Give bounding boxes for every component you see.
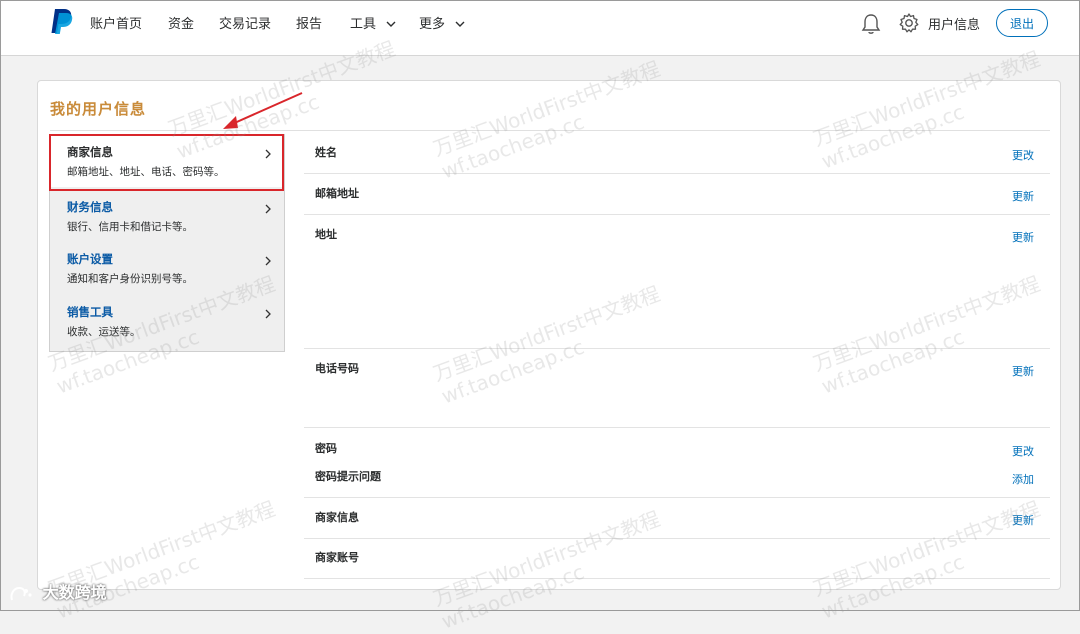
brand-badge-label: 大数跨境 xyxy=(42,583,107,602)
row-divider xyxy=(304,214,1050,215)
nav-tools[interactable]: 工具 xyxy=(350,13,396,32)
page-title: 我的用户信息 xyxy=(50,100,147,118)
row-divider xyxy=(304,348,1050,349)
sidebar: 商家信息 邮箱地址、地址、电话、密码等。 财务信息 银行、信用卡和借记卡等。 账… xyxy=(49,134,285,352)
user-info-link[interactable]: 用户信息 xyxy=(928,14,980,33)
chevron-right-icon xyxy=(265,309,271,319)
gear-icon[interactable] xyxy=(898,12,920,34)
top-nav-bar: 账户首页 资金 交易记录 报告 工具 更多 用户信息 退出 xyxy=(1,1,1079,56)
sidebar-item-desc: 收款、运送等。 xyxy=(67,326,141,338)
update-phone-link[interactable]: 更新 xyxy=(1012,363,1034,379)
field-label-name: 姓名 xyxy=(315,146,337,159)
change-password-link[interactable]: 更改 xyxy=(1012,443,1034,459)
chevron-down-icon xyxy=(455,21,465,27)
sidebar-item-desc: 邮箱地址、地址、电话、密码等。 xyxy=(67,166,225,178)
sidebar-item-financial-info[interactable]: 财务信息 银行、信用卡和借记卡等。 xyxy=(50,190,284,242)
paypal-logo-icon[interactable] xyxy=(49,7,75,35)
sidebar-item-desc: 通知和客户身份识别号等。 xyxy=(67,273,193,285)
update-business-info-link[interactable]: 更新 xyxy=(1012,512,1034,528)
chevron-down-icon xyxy=(386,21,396,27)
sidebar-item-title: 商家信息 xyxy=(67,145,113,159)
sidebar-item-sales-tools[interactable]: 销售工具 收款、运送等。 xyxy=(50,295,284,347)
sidebar-item-desc: 银行、信用卡和借记卡等。 xyxy=(67,221,193,233)
brand-badge: 大数跨境 xyxy=(9,579,107,603)
field-label-security-question: 密码提示问题 xyxy=(315,470,381,483)
logout-button[interactable]: 退出 xyxy=(996,9,1048,37)
bell-icon[interactable] xyxy=(861,13,881,35)
row-divider xyxy=(304,578,1050,579)
row-divider xyxy=(304,173,1050,174)
brand-logo-icon xyxy=(10,586,32,600)
field-label-password: 密码 xyxy=(315,442,337,455)
field-label-address: 地址 xyxy=(315,228,337,241)
nav-transactions[interactable]: 交易记录 xyxy=(219,13,271,32)
nav-more-label: 更多 xyxy=(419,17,446,32)
field-label-phone: 电话号码 xyxy=(315,362,359,375)
nav-account-home[interactable]: 账户首页 xyxy=(90,13,142,32)
field-label-merchant-id: 商家账号 xyxy=(315,551,359,564)
field-label-email: 邮箱地址 xyxy=(315,187,359,200)
sidebar-item-title: 账户设置 xyxy=(67,252,113,266)
nav-tools-label: 工具 xyxy=(350,17,377,32)
change-name-link[interactable]: 更改 xyxy=(1012,147,1034,163)
update-email-link[interactable]: 更新 xyxy=(1012,188,1034,204)
sidebar-item-business-info[interactable]: 商家信息 邮箱地址、地址、电话、密码等。 xyxy=(50,135,284,187)
nav-reports[interactable]: 报告 xyxy=(296,13,322,32)
sidebar-item-title: 财务信息 xyxy=(67,200,113,214)
nav-funds[interactable]: 资金 xyxy=(168,13,194,32)
sidebar-item-account-settings[interactable]: 账户设置 通知和客户身份识别号等。 xyxy=(50,242,284,294)
add-security-question-link[interactable]: 添加 xyxy=(1012,471,1034,487)
update-address-link[interactable]: 更新 xyxy=(1012,229,1034,245)
chevron-right-icon xyxy=(265,149,271,159)
chevron-right-icon xyxy=(265,204,271,214)
row-divider xyxy=(304,538,1050,539)
sidebar-item-title: 销售工具 xyxy=(67,305,113,319)
field-label-business-info: 商家信息 xyxy=(315,511,359,524)
title-divider xyxy=(50,130,1050,131)
nav-more[interactable]: 更多 xyxy=(419,13,465,32)
chevron-right-icon xyxy=(265,256,271,266)
row-divider xyxy=(304,427,1050,428)
row-divider xyxy=(304,497,1050,498)
